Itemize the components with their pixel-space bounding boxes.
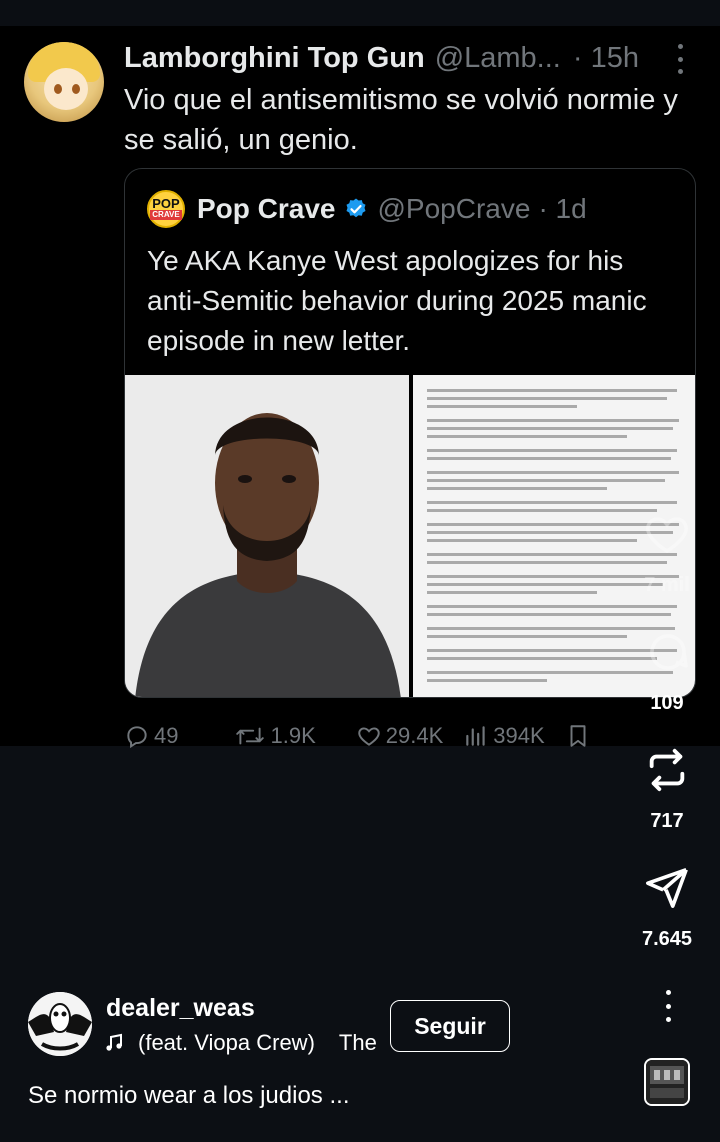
quoted-author-handle: @PopCrave xyxy=(377,193,531,224)
retweet-action: 1.9K xyxy=(234,723,316,749)
tweet-author-handle: @Lamb... xyxy=(434,41,561,74)
music-note-icon xyxy=(106,1033,122,1051)
quoted-author-name: Pop Crave xyxy=(197,193,336,224)
bookmark-icon xyxy=(570,725,586,747)
like-icon[interactable] xyxy=(643,510,691,558)
tweet-header: Lamborghini Top Gun @Lamb... · 15h xyxy=(124,40,704,76)
reply-action: 49 xyxy=(124,723,178,749)
quoted-tweet: POP CRAVE Pop Crave @PopCrave · 1d Ye AK… xyxy=(124,168,696,698)
verified-badge-icon xyxy=(346,198,365,218)
tweet-more-icon xyxy=(674,44,686,74)
retweet-icon xyxy=(236,727,265,745)
heart-icon xyxy=(358,727,380,746)
pop-crave-logo: POP CRAVE xyxy=(147,190,185,228)
post-caption[interactable]: Se normio wear a los judios ... xyxy=(28,1082,349,1110)
like-count: 29.4K xyxy=(385,723,444,748)
views-count: 394K xyxy=(493,723,545,748)
more-options-icon[interactable] xyxy=(658,990,678,1022)
like-count-rail: 7 mil xyxy=(644,574,690,596)
tweet-author-avatar xyxy=(24,42,104,122)
audio-thumbnail[interactable] xyxy=(644,1058,690,1106)
user-avatar[interactable] xyxy=(28,992,92,1056)
reply-icon xyxy=(127,726,147,749)
views-icon xyxy=(466,726,485,746)
quoted-time: · 1d xyxy=(538,193,587,224)
repost-icon[interactable] xyxy=(644,744,690,796)
like-action: 29.4K xyxy=(356,723,444,749)
share-count-rail: 7.645 xyxy=(641,928,693,950)
top-strip xyxy=(0,0,720,26)
music-info[interactable]: (feat. Viopa Crew) The xyxy=(104,1030,377,1056)
comment-count-rail: 109 xyxy=(650,692,684,714)
tweet-time: · 15h xyxy=(572,41,639,74)
music-credit: (feat. Viopa Crew) xyxy=(138,1030,315,1055)
views-action: 394K xyxy=(463,723,545,749)
tweet-text: Vio que el antisemitismo se volvió normi… xyxy=(124,84,678,156)
comment-icon[interactable] xyxy=(644,628,692,676)
kanye-photo xyxy=(125,375,409,697)
music-title: The xyxy=(338,1030,377,1055)
quoted-tweet-header: POP CRAVE Pop Crave @PopCrave · 1d xyxy=(147,189,587,229)
share-icon[interactable] xyxy=(644,864,690,910)
quoted-tweet-text: Ye AKA Kanye West apologizes for his ant… xyxy=(147,245,647,356)
repost-count-rail: 717 xyxy=(650,810,684,832)
retweet-count: 1.9K xyxy=(270,723,316,748)
username[interactable]: dealer_weas xyxy=(106,994,255,1023)
tweet-author-name: Lamborghini Top Gun xyxy=(124,41,425,74)
tweet-screenshot: Lamborghini Top Gun @Lamb... · 15h Vio q… xyxy=(0,26,720,749)
bookmark-action xyxy=(565,723,595,749)
follow-button[interactable]: Seguir xyxy=(390,1000,510,1052)
reply-count: 49 xyxy=(154,723,179,748)
tweet-actions: 49 1.9K 29.4K 394K xyxy=(124,716,684,756)
